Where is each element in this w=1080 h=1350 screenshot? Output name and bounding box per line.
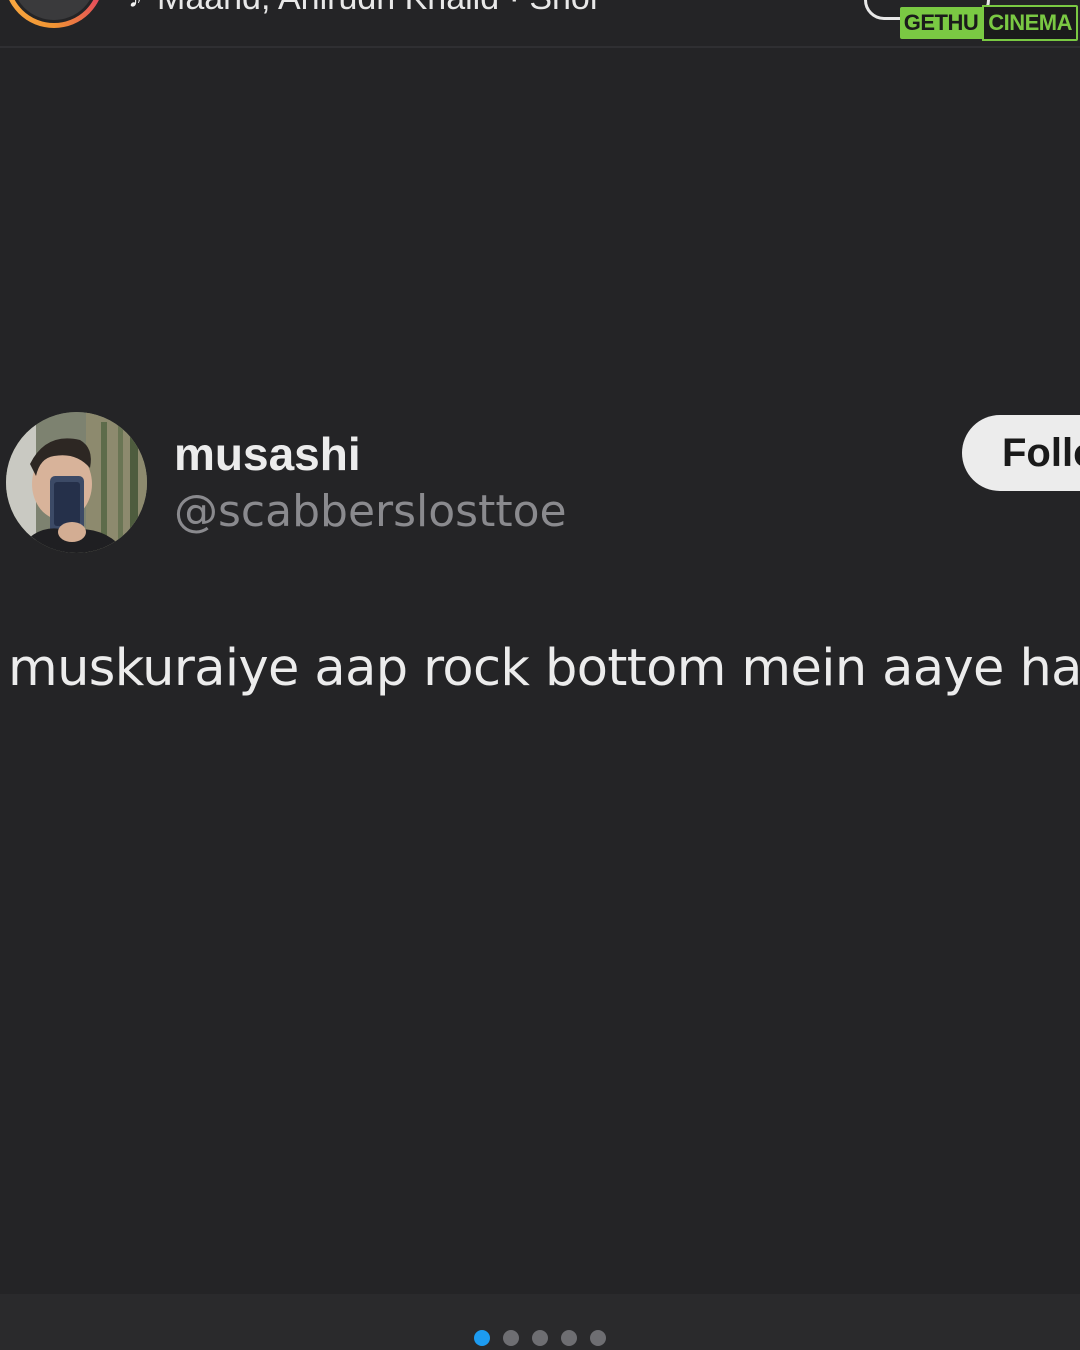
watermark-part-b: CINEMA bbox=[982, 5, 1078, 41]
carousel-dot[interactable] bbox=[503, 1330, 519, 1346]
carousel-dots bbox=[0, 1330, 1080, 1346]
music-text: Maand, Anirudh Khalid · Shor bbox=[157, 0, 601, 18]
music-attribution[interactable]: ♪ Maand, Anirudh Khalid · Shor bbox=[128, 0, 601, 18]
follow-button[interactable]: Follow bbox=[962, 415, 1080, 491]
carousel-dot[interactable] bbox=[561, 1330, 577, 1346]
avatar-photo bbox=[6, 412, 147, 553]
watermark-logo: GETHU CINEMA bbox=[899, 5, 1078, 41]
watermark-part-a: GETHU bbox=[899, 7, 983, 39]
music-note-icon: ♪ bbox=[128, 0, 143, 15]
display-name[interactable]: musashi bbox=[174, 428, 361, 480]
tweet-text: muskuraiye aap rock bottom mein aaye hai… bbox=[8, 639, 1080, 698]
carousel-dot[interactable] bbox=[532, 1330, 548, 1346]
user-handle[interactable]: @scabberslosttoe bbox=[174, 486, 567, 538]
profile-story-ring[interactable] bbox=[4, 0, 104, 28]
post-page: ♪ Maand, Anirudh Khalid · Shor GETHU CIN… bbox=[0, 0, 1080, 1350]
avatar[interactable] bbox=[6, 412, 147, 553]
carousel-dot[interactable] bbox=[474, 1330, 490, 1346]
carousel-dot[interactable] bbox=[590, 1330, 606, 1346]
